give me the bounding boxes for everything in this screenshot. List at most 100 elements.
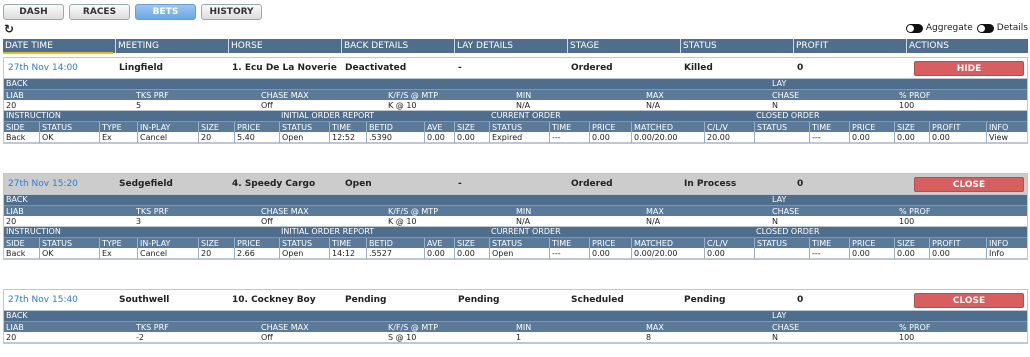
order-value: 0.00 bbox=[424, 248, 445, 259]
bet-summary-row[interactable]: 27th Nov 15:40 Southwell 10. Cockney Boy Pe… bbox=[4, 290, 1027, 311]
back-lay-column-headers: LIAB TKS PRF CHASE MAX K/F/S @ MTP MIN MAX CHA… bbox=[4, 89, 1027, 100]
bet-back-details: Deactivated bbox=[345, 63, 407, 73]
order-value: Ex bbox=[99, 248, 112, 259]
back-value: 20 bbox=[6, 333, 17, 342]
back-value: N bbox=[772, 101, 778, 110]
initial-order-report-label: INITIAL ORDER REPORT bbox=[281, 227, 375, 236]
bet-card: 27th Nov 14:00 Lingfield 1. Ecu De La Nove… bbox=[3, 57, 1028, 144]
initial-order-report-label: INITIAL ORDER REPORT bbox=[281, 111, 375, 120]
bet-lay-details: - bbox=[458, 63, 462, 73]
order-value: OK bbox=[39, 248, 54, 259]
order-value: 20.00 bbox=[704, 132, 730, 143]
bet-horse: 4. Speedy Cargo bbox=[232, 179, 316, 189]
back-value: 20 bbox=[6, 101, 17, 110]
bet-date[interactable]: 27th Nov 15:40 bbox=[6, 290, 78, 311]
col-meeting[interactable]: MEETING bbox=[116, 39, 229, 53]
order-value: Open bbox=[489, 248, 513, 259]
back-value: 3 bbox=[136, 217, 142, 226]
order-value: 0.00 bbox=[929, 132, 950, 143]
order-value: Back bbox=[6, 133, 26, 142]
col-lay-details[interactable]: LAY DETAILS bbox=[455, 39, 568, 53]
order-value: OK bbox=[39, 132, 54, 143]
bet-profit: 0 bbox=[797, 63, 804, 73]
aggregate-toggle[interactable] bbox=[905, 23, 923, 33]
back-value: N bbox=[772, 333, 778, 342]
bet-stage: Scheduled bbox=[571, 295, 624, 305]
order-info-link[interactable]: Info bbox=[986, 248, 1004, 259]
instruction-label: INSTRUCTION bbox=[6, 111, 61, 120]
close-button[interactable]: CLOSE bbox=[914, 293, 1024, 308]
order-value: --- bbox=[809, 132, 821, 143]
back-value: -2 bbox=[136, 333, 144, 342]
col-actions: ACTIONS bbox=[909, 41, 949, 51]
tab-dash[interactable]: DASH bbox=[3, 4, 64, 20]
bets-table-header: DATE TIME MEETING HORSE BACK DETAILS LAY… bbox=[3, 39, 1028, 53]
back-lay-values-row: 20 -2 Off S @ 10 1 8 N 100 bbox=[4, 332, 1027, 343]
closed-order-label: CLOSED ORDER bbox=[756, 227, 820, 236]
refresh-icon[interactable]: ↻ bbox=[4, 23, 14, 35]
back-lay-values-row: 20 3 Off K @ 10 N/A N/A N 100 bbox=[4, 216, 1027, 227]
back-value: Off bbox=[261, 217, 273, 226]
back-lay-section-header: BACK LAY bbox=[4, 79, 1027, 89]
details-toggle[interactable] bbox=[976, 23, 994, 33]
col-horse[interactable]: HORSE bbox=[229, 39, 342, 53]
bet-summary-row[interactable]: 27th Nov 15:20 Sedgefield 4. Speedy Cargo O… bbox=[4, 174, 1027, 195]
lay-label: LAY bbox=[772, 79, 787, 88]
back-value: K @ 10 bbox=[388, 217, 417, 226]
bet-card: 27th Nov 15:20 Sedgefield 4. Speedy Cargo O… bbox=[3, 173, 1028, 260]
back-value: 100 bbox=[899, 101, 915, 110]
order-value: Open bbox=[279, 248, 303, 259]
tab-history[interactable]: HISTORY bbox=[201, 4, 262, 20]
bet-date[interactable]: 27th Nov 15:20 bbox=[6, 174, 78, 195]
order-value: 0.00 bbox=[424, 132, 445, 143]
order-value: 0.00 bbox=[589, 132, 610, 143]
bet-summary-row[interactable]: 27th Nov 14:00 Lingfield 1. Ecu De La Nove… bbox=[4, 58, 1027, 79]
bet-profit: 0 bbox=[797, 295, 804, 305]
bet-horse: 10. Cockney Boy bbox=[232, 295, 316, 305]
lay-label: LAY bbox=[772, 195, 787, 204]
bet-status: In Process bbox=[684, 179, 737, 189]
bet-back-details: Pending bbox=[345, 295, 387, 305]
back-value: 8 bbox=[646, 333, 652, 342]
col-stage[interactable]: STAGE bbox=[568, 39, 681, 53]
order-value: --- bbox=[549, 132, 561, 143]
col-status[interactable]: STATUS bbox=[681, 39, 794, 53]
order-value: 0.00 bbox=[704, 248, 725, 259]
col-back-details[interactable]: BACK DETAILS bbox=[342, 39, 455, 53]
closed-order-label: CLOSED ORDER bbox=[756, 111, 820, 120]
lay-label: LAY bbox=[772, 311, 787, 320]
bet-card: 27th Nov 15:40 Southwell 10. Cockney Boy Pe… bbox=[3, 289, 1028, 344]
order-value: 0.00 bbox=[849, 248, 870, 259]
col-profit[interactable]: PROFIT bbox=[794, 39, 907, 53]
current-order-label: CURRENT ORDER bbox=[491, 227, 561, 236]
hide-button[interactable]: HIDE bbox=[914, 61, 1024, 76]
back-value: S @ 10 bbox=[388, 333, 417, 342]
back-label: BACK bbox=[6, 311, 28, 320]
tab-races[interactable]: RACES bbox=[69, 4, 130, 20]
order-value: 0.00/20.00 bbox=[631, 132, 677, 143]
order-info-link[interactable]: View bbox=[986, 132, 1008, 143]
back-label: BACK bbox=[6, 195, 28, 204]
bet-lay-details: - bbox=[458, 179, 462, 189]
view-toggles: Aggregate Details bbox=[902, 23, 1028, 33]
back-lay-section-header: BACK LAY bbox=[4, 311, 1027, 321]
bet-profit: 0 bbox=[797, 179, 804, 189]
bet-horse: 1. Ecu De La Noverie bbox=[232, 63, 337, 73]
order-value: 12:52 bbox=[329, 132, 355, 143]
nav-tabs: DASH RACES BETS HISTORY bbox=[3, 4, 262, 20]
tab-bets[interactable]: BETS bbox=[135, 4, 196, 20]
order-value: --- bbox=[809, 248, 821, 259]
order-value: 0.00/20.00 bbox=[631, 248, 677, 259]
order-value: .5527 bbox=[366, 248, 392, 259]
back-lay-values-row: 20 5 Off K @ 10 N/A N/A N 100 bbox=[4, 100, 1027, 111]
col-date-time[interactable]: DATE TIME bbox=[3, 39, 116, 53]
bet-status: Pending bbox=[684, 295, 726, 305]
bet-date[interactable]: 27th Nov 14:00 bbox=[6, 58, 78, 79]
order-value: .5390 bbox=[366, 132, 392, 143]
close-button[interactable]: CLOSE bbox=[914, 177, 1024, 192]
instruction-label: INSTRUCTION bbox=[6, 227, 61, 236]
back-value: 100 bbox=[899, 333, 915, 342]
order-values-row: Back OK Ex Cancel 20 2.66 Open 14:12 .5527 0.00 0.… bbox=[4, 248, 1027, 259]
order-value: Open bbox=[279, 132, 303, 143]
back-value: K @ 10 bbox=[388, 101, 417, 110]
